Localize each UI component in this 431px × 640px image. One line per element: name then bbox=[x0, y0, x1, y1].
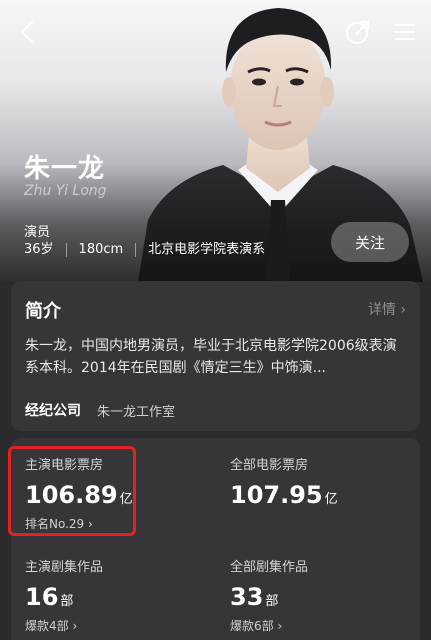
stat-total-box-office[interactable]: 全部电影票房 107.95 亿 bbox=[230, 454, 338, 509]
stat-lead-series[interactable]: 主演剧集作品 16 部 爆款4部 › bbox=[25, 556, 103, 634]
intro-card: 简介 详情 › 朱一龙，中国内地男演员，毕业于北京电影学院2006级表演系本科。… bbox=[11, 281, 420, 431]
back-icon[interactable] bbox=[14, 18, 42, 46]
actor-name-english: Zhu Yi Long bbox=[24, 183, 107, 199]
tag-age: 36岁 bbox=[24, 243, 67, 257]
stat-label: 全部剧集作品 bbox=[230, 560, 309, 575]
share-icon[interactable] bbox=[344, 18, 372, 46]
actor-tags: 36岁 180cm 北京电影学院表演系 bbox=[24, 243, 277, 257]
stat-value: 16 部 bbox=[25, 583, 74, 611]
highlight-annotation bbox=[8, 446, 136, 536]
actor-name: 朱一龙 bbox=[24, 154, 106, 184]
agency-value[interactable]: 朱一龙工作室 bbox=[97, 401, 175, 420]
hit-series-link[interactable]: 爆款4部 › bbox=[25, 617, 103, 634]
stat-label: 主演剧集作品 bbox=[25, 560, 104, 575]
intro-title: 简介 bbox=[25, 301, 61, 322]
actor-role: 演员 bbox=[24, 225, 51, 240]
agency-label: 经纪公司 bbox=[25, 403, 81, 419]
menu-icon[interactable] bbox=[392, 18, 418, 46]
stat-total-series[interactable]: 全部剧集作品 33 部 爆款6部 › bbox=[230, 556, 308, 634]
stat-value: 107.95 亿 bbox=[230, 481, 338, 509]
stat-label: 全部电影票房 bbox=[230, 458, 309, 473]
tag-height: 180cm bbox=[79, 243, 137, 257]
tag-school: 北京电影学院表演系 bbox=[148, 242, 266, 257]
hit-series-link[interactable]: 爆款6部 › bbox=[230, 617, 308, 634]
agency-row[interactable]: 经纪公司 朱一龙工作室 bbox=[25, 400, 175, 420]
follow-button[interactable]: 关注 bbox=[331, 222, 409, 262]
intro-text[interactable]: 朱一龙，中国内地男演员，毕业于北京电影学院2006级表演系本科。2014年在民国… bbox=[25, 335, 407, 379]
intro-detail-link[interactable]: 详情 › bbox=[368, 299, 406, 319]
profile-header: 朱一龙 Zhu Yi Long 演员 36岁 180cm 北京电影学院表演系 关… bbox=[0, 0, 431, 282]
stat-value: 33 部 bbox=[230, 583, 279, 611]
